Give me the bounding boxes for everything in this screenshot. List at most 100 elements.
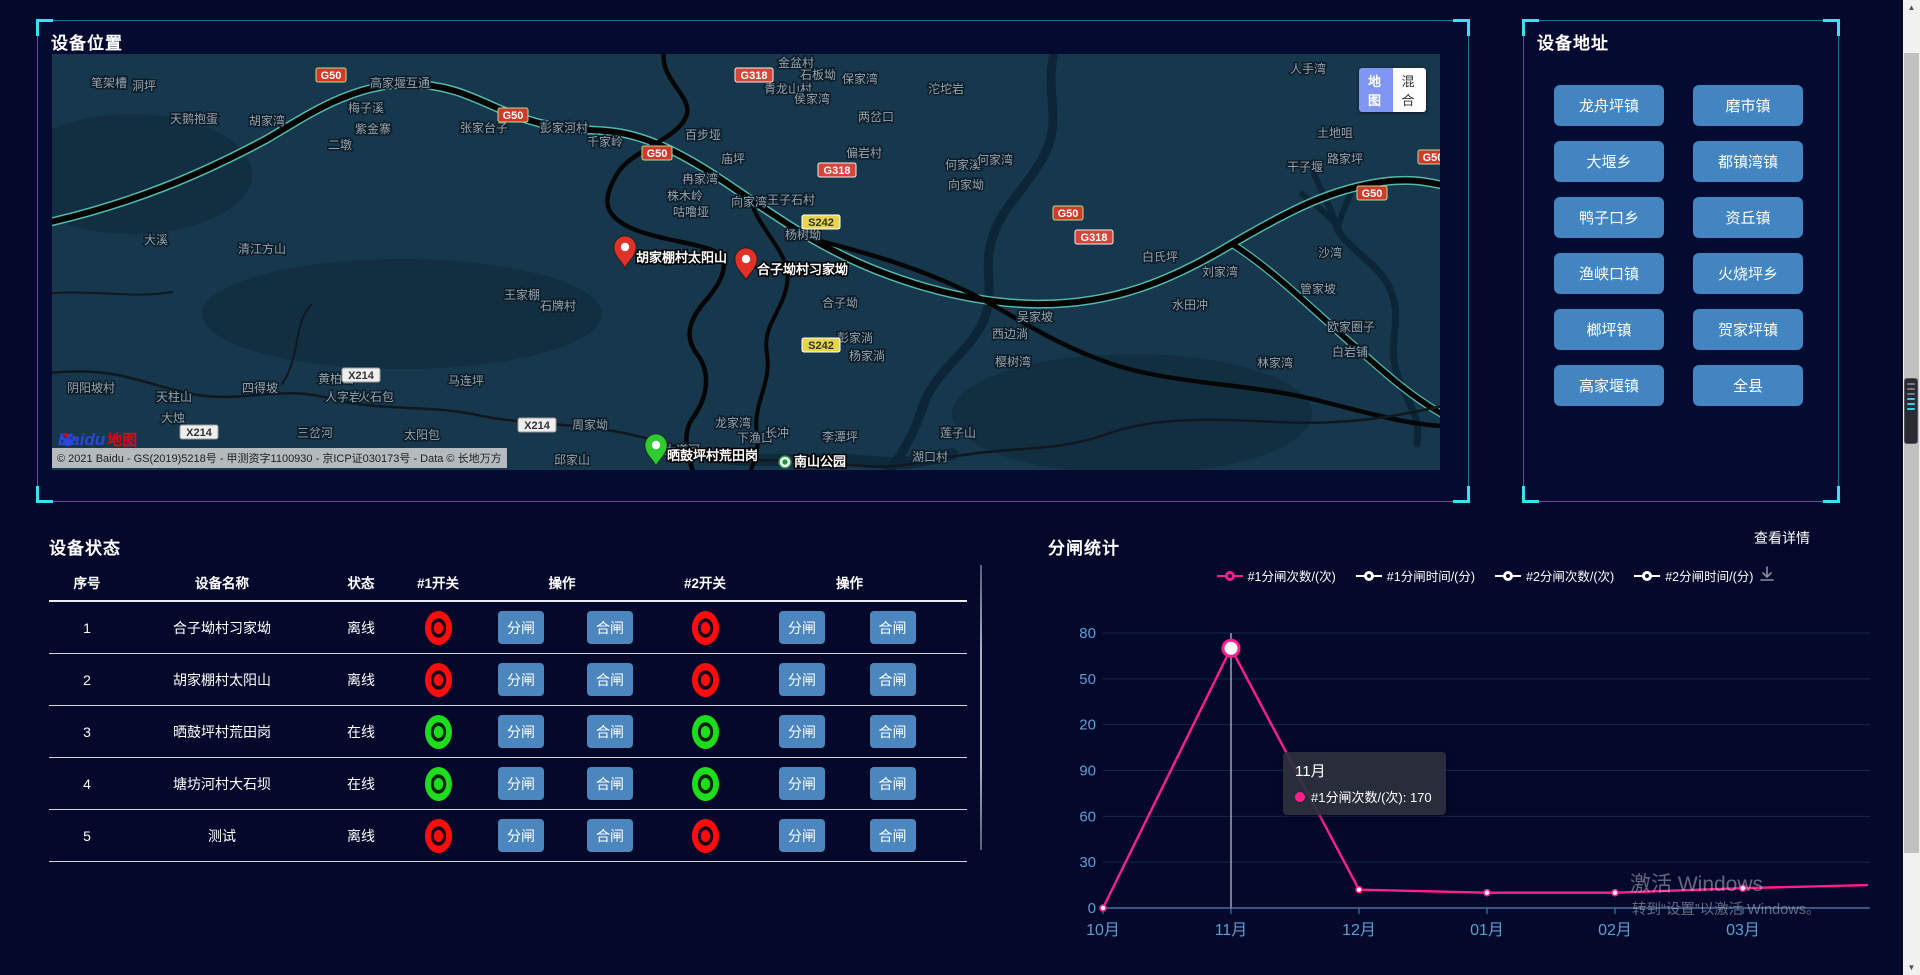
baidu-map[interactable]: 笔架槽洞坪天鹅抱蛋胡家湾梅子溪紫金寨二墩高家堰互通张家台子彭家河村千家岭百步垭庙…	[52, 54, 1440, 470]
legend-marker	[1356, 571, 1382, 581]
svg-text:G50: G50	[1058, 208, 1079, 220]
switch-led-cell	[651, 819, 759, 853]
view-details-link[interactable]: 查看详情	[1754, 528, 1810, 548]
table-header-cell: 操作	[759, 572, 940, 592]
switch1-close-button[interactable]: 合闸	[587, 663, 633, 696]
map-place-label: 人字岩	[325, 389, 361, 404]
device-status: 离线	[319, 826, 403, 846]
switch2-open-button[interactable]: 分闸	[779, 663, 825, 696]
svg-text:X214: X214	[186, 427, 213, 439]
y-axis-label: 30	[1080, 854, 1096, 871]
address-button-12[interactable]: 全县	[1693, 365, 1803, 406]
device-status: 离线	[319, 670, 403, 690]
map-place-label: 王家棚	[504, 287, 540, 302]
device-address-panel: 设备地址 龙舟坪镇磨市镇大堰乡都镇湾镇鸭子口乡资丘镇渔峡口镇火烧坪乡榔坪镇贺家坪…	[1523, 20, 1839, 502]
y-axis-label: 90	[1080, 763, 1096, 780]
map-copyright: © 2021 Baidu - GS(2019)5218号 - 甲测资字11009…	[52, 448, 507, 468]
map-place-label: 南山公园	[794, 454, 846, 469]
svg-text:X214: X214	[524, 420, 551, 432]
highlighted-data-point	[1223, 640, 1239, 656]
switch2-close-button[interactable]: 合闸	[870, 663, 916, 696]
map-place-label: 太阳包	[404, 427, 440, 442]
switch1-close-button[interactable]: 合闸	[587, 611, 633, 644]
map-device-label: 胡家棚村太阳山	[636, 250, 727, 265]
address-button-7[interactable]: 渔峡口镇	[1554, 253, 1664, 294]
table-row: 4塘坊河村大石坝在线分闸合闸分闸合闸	[49, 758, 967, 810]
corner-decoration	[1522, 486, 1539, 503]
road-shield: G318	[818, 163, 856, 177]
scroll-down-arrow[interactable]: ▼	[1903, 960, 1920, 975]
address-button-2[interactable]: 磨市镇	[1693, 85, 1803, 126]
map-place-label: 人手湾	[1290, 61, 1326, 76]
legend-marker	[1495, 571, 1521, 581]
switch1-open-button[interactable]: 分闸	[498, 611, 544, 644]
legend-label: #1分闸次数/(次)	[1248, 566, 1336, 585]
switch2-open-button[interactable]: 分闸	[779, 767, 825, 800]
tooltip-month: 11月	[1295, 760, 1432, 781]
map-place-label: 石牌村	[540, 299, 576, 313]
address-button-8[interactable]: 火烧坪乡	[1693, 253, 1803, 294]
switch2-close-button[interactable]: 合闸	[870, 767, 916, 800]
device-status-title: 设备状态	[49, 534, 121, 559]
legend-item-1[interactable]: #1分闸次数/(次)	[1217, 566, 1336, 585]
page-scrollbar[interactable]: ▲ ▼	[1903, 0, 1920, 975]
legend-item-4[interactable]: #2分闸时间/(分)	[1634, 566, 1753, 585]
svg-text:G318: G318	[824, 165, 851, 177]
switch1-close-button[interactable]: 合闸	[587, 819, 633, 852]
map-place-label: 土地咀	[1317, 126, 1353, 140]
device-location-title: 设备位置	[51, 29, 123, 54]
map-type-map-button[interactable]: 地图	[1359, 68, 1393, 112]
table-header-cell: 设备名称	[125, 572, 319, 592]
legend-item-3[interactable]: #2分闸次数/(次)	[1495, 566, 1614, 585]
switch2-open-button[interactable]: 分闸	[779, 611, 825, 644]
switch1-open-button[interactable]: 分闸	[498, 767, 544, 800]
switch-led-cell	[403, 767, 473, 801]
address-button-10[interactable]: 贺家坪镇	[1693, 309, 1803, 350]
scroll-up-arrow[interactable]: ▲	[1903, 0, 1920, 15]
action-cell: 分闸	[759, 611, 845, 644]
device-name: 塘坊河村大石坝	[125, 774, 319, 794]
map-place-label: 三岔河	[297, 426, 333, 440]
x-axis-label: 12月	[1342, 922, 1376, 939]
section-divider	[980, 565, 982, 850]
switch1-open-button[interactable]: 分闸	[498, 715, 544, 748]
switch2-close-button[interactable]: 合闸	[870, 611, 916, 644]
address-button-5[interactable]: 鸭子口乡	[1554, 197, 1664, 238]
map-type-toggle: 地图 混合	[1359, 68, 1426, 112]
address-button-9[interactable]: 榔坪镇	[1554, 309, 1664, 350]
address-button-4[interactable]: 都镇湾镇	[1693, 141, 1803, 182]
map-place-label: 洞坪	[132, 79, 156, 93]
switch1-close-button[interactable]: 合闸	[587, 715, 633, 748]
legend-item-2[interactable]: #1分闸时间/(分)	[1356, 566, 1475, 585]
switch2-close-button[interactable]: 合闸	[870, 715, 916, 748]
row-index: 2	[49, 672, 125, 688]
switch2-close-button[interactable]: 合闸	[870, 819, 916, 852]
switch1-close-button[interactable]: 合闸	[587, 767, 633, 800]
switch1-open-button[interactable]: 分闸	[498, 819, 544, 852]
map-place-label: 梅子溪	[348, 100, 384, 115]
switch2-open-button[interactable]: 分闸	[779, 819, 825, 852]
map-place-label: 王子石村	[767, 193, 815, 207]
table-header-cell: #2开关	[651, 572, 759, 592]
address-button-11[interactable]: 高家堰镇	[1554, 365, 1664, 406]
scrollbar-thumb[interactable]	[1904, 53, 1919, 853]
map-place-label: 侯家湾	[794, 91, 830, 106]
action-cell: 合闸	[569, 767, 651, 800]
data-point	[1356, 887, 1362, 893]
switch1-open-button[interactable]: 分闸	[498, 663, 544, 696]
device-address-title: 设备地址	[1537, 29, 1609, 54]
map-type-hybrid-button[interactable]: 混合	[1393, 68, 1427, 112]
address-button-1[interactable]: 龙舟坪镇	[1554, 85, 1664, 126]
switch2-open-button[interactable]: 分闸	[779, 715, 825, 748]
map-place-label: 何家溪	[945, 157, 981, 172]
road-shield: X214	[518, 418, 556, 432]
map-place-label: 干子堰	[1287, 160, 1323, 174]
switch-led-cell	[403, 819, 473, 853]
tooltip-value-line: #1分闸次数/(次): 170	[1295, 787, 1432, 806]
map-place-label: 偏岩村	[846, 145, 882, 160]
address-button-3[interactable]: 大堰乡	[1554, 141, 1664, 182]
map-place-label: 阴阳坡村	[67, 381, 115, 395]
address-button-6[interactable]: 资丘镇	[1693, 197, 1803, 238]
x-axis-label: 11月	[1215, 922, 1248, 939]
action-cell: 分闸	[473, 767, 569, 800]
